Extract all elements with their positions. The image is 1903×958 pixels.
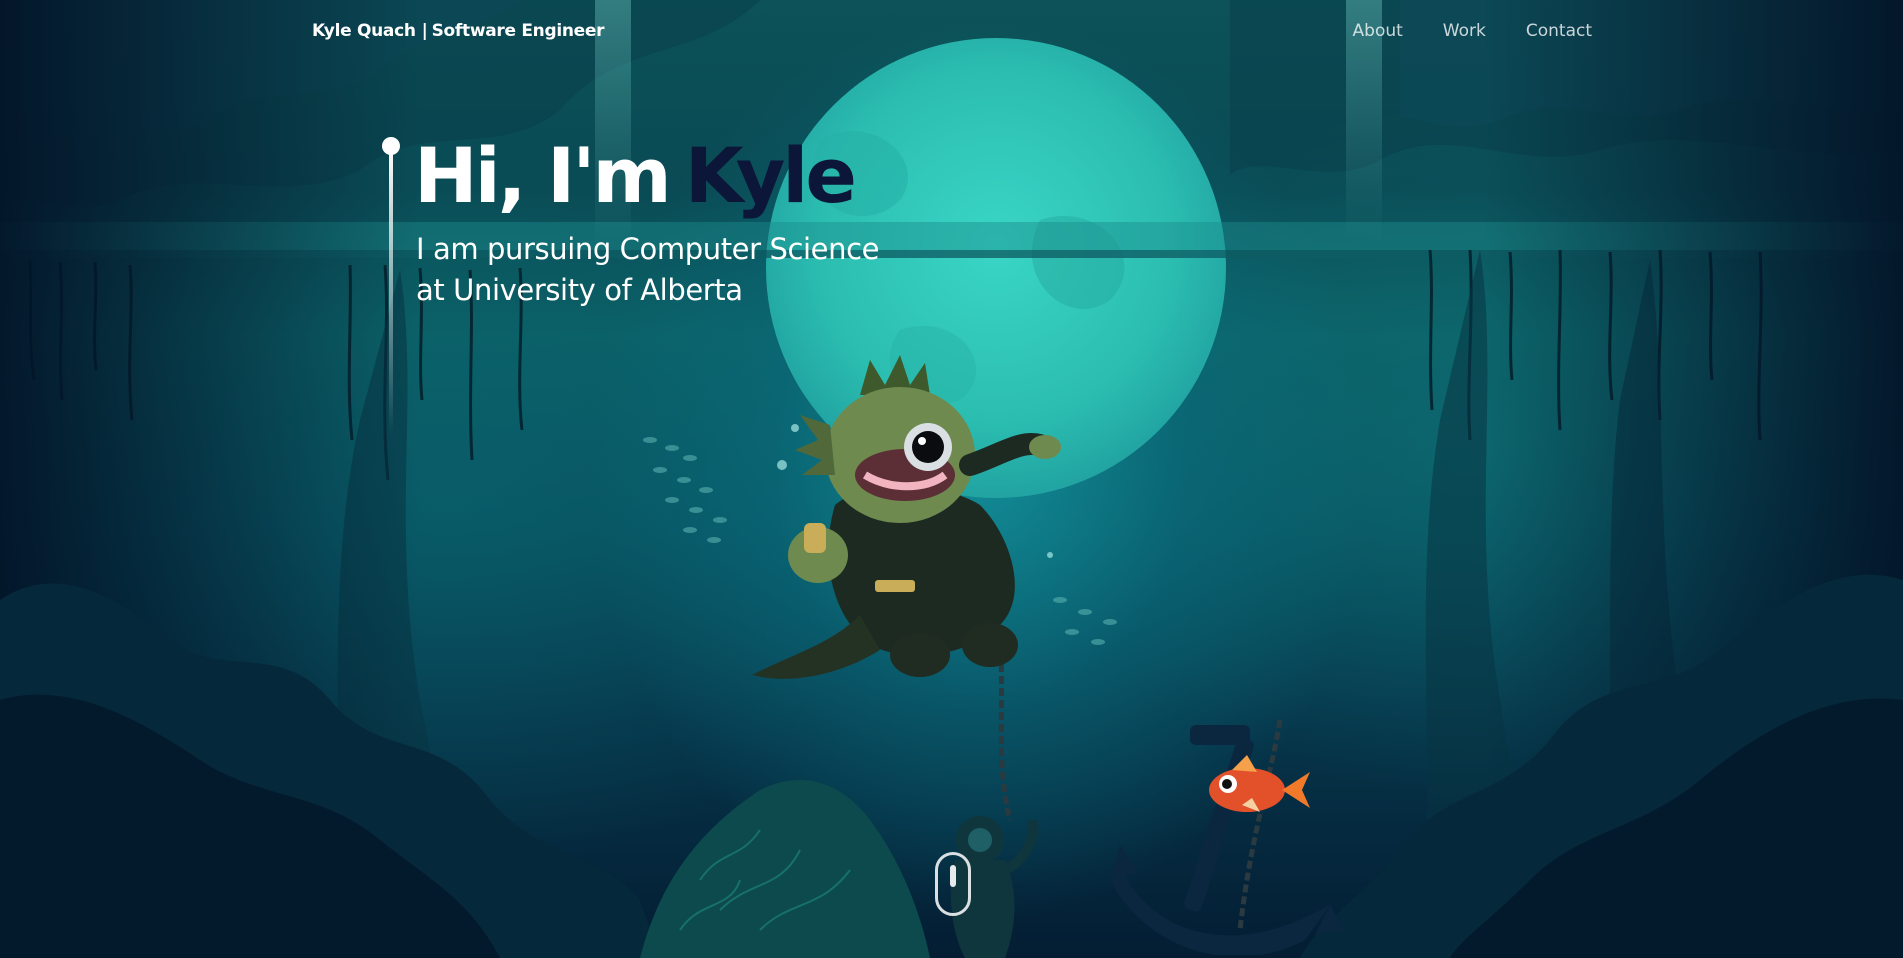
orange-fish [1209,755,1310,812]
hero-accent-line [382,137,400,433]
diver-frog-character [752,355,1061,679]
hero-page: Kyle Quach | Software Engineer About Work … [0,0,1903,958]
hero-greeting: Hi, I'm [414,131,672,220]
mouse-scroll-icon[interactable] [935,852,971,916]
main-nav: About Work Contact [1353,21,1592,41]
anchor [1110,725,1345,955]
site-header: Kyle Quach | Software Engineer About Work … [312,18,1592,44]
hero-subtitle-line-2: at University of Alberta [416,273,743,307]
hero-name: Kyle [684,131,857,220]
brand-logo[interactable]: Kyle Quach | Software Engineer [312,21,605,41]
scroll-wheel-dot [950,865,956,887]
nav-link-work[interactable]: Work [1443,21,1486,41]
nav-link-about[interactable]: About [1353,21,1403,41]
hero-title: Hi, I'm Kyle [414,128,857,224]
brand-separator: | [421,21,428,41]
hero-subtitle-line-1: I am pursuing Computer Science [416,232,880,266]
brand-name: Kyle Quach [312,21,416,41]
brand-role: Software Engineer [431,21,605,41]
hero-subtitle: I am pursuing Computer Science at Univer… [416,229,879,311]
nav-link-contact[interactable]: Contact [1526,21,1592,41]
